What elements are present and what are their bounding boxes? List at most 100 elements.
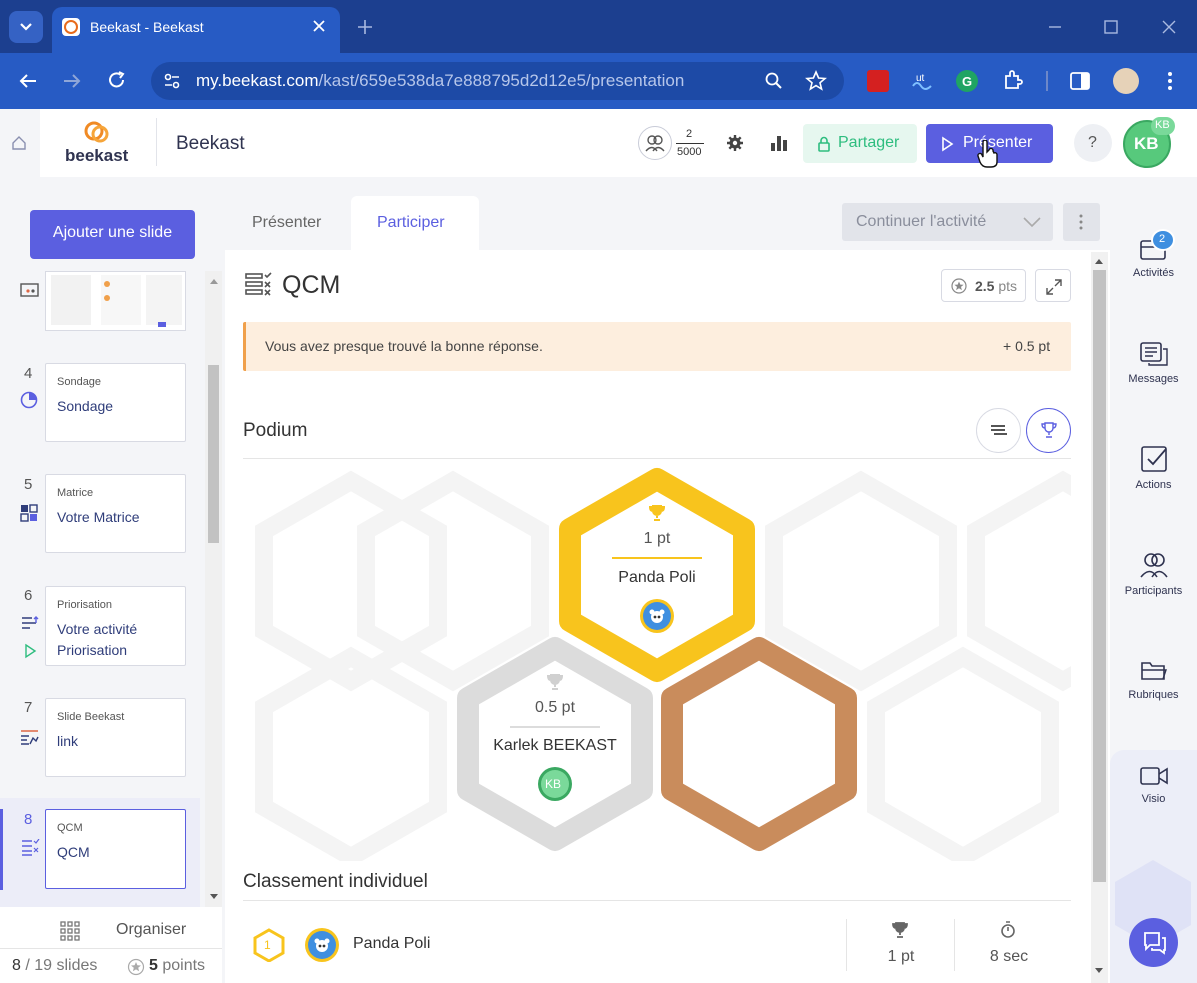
grammarly-extension-icon[interactable]: G <box>956 70 978 92</box>
close-window-icon[interactable] <box>1160 18 1178 36</box>
settings-gear-icon[interactable] <box>726 134 744 152</box>
messages-icon <box>1139 342 1168 366</box>
slides-scrollbar[interactable] <box>205 271 222 907</box>
podium-view-button[interactable] <box>1026 408 1071 453</box>
footer-divider <box>0 948 222 949</box>
zoom-icon[interactable] <box>764 71 784 91</box>
grid-icon <box>60 921 80 941</box>
minimize-icon[interactable] <box>1046 18 1064 36</box>
participants-label: Participants <box>1124 585 1183 597</box>
scroll-down-icon[interactable] <box>209 893 219 901</box>
alert-text: Vous avez presque trouvé la bonne répons… <box>265 338 543 354</box>
second-place-name: Karlek BEEKAST <box>493 737 617 754</box>
hand-cursor-icon <box>977 140 998 168</box>
slide-type: Slide Beekast <box>57 711 125 723</box>
participant-name: Panda Poli <box>353 935 431 952</box>
url-path: /kast/659e538da7e888795d2d12e5/presentat… <box>318 71 685 90</box>
second-avatar-initials: KB <box>545 777 562 791</box>
pdf-extension-icon[interactable] <box>867 70 889 92</box>
podium-divider <box>243 458 1071 459</box>
scroll-up-icon[interactable] <box>209 277 219 285</box>
profile-avatar[interactable] <box>1113 68 1139 94</box>
home-icon[interactable] <box>11 135 27 151</box>
tab-presenter[interactable]: Présenter <box>229 196 347 250</box>
folder-icon <box>1140 662 1167 680</box>
forward-arrow-icon[interactable] <box>61 70 83 92</box>
maximize-icon[interactable] <box>1102 18 1120 36</box>
scroll-down-icon[interactable] <box>1094 967 1104 975</box>
ranking-title: Classement individuel <box>243 871 428 892</box>
chat-support-button[interactable] <box>1129 918 1178 967</box>
side-panel-icon[interactable] <box>1069 70 1091 92</box>
rubriques-button[interactable]: Rubriques <box>1110 659 1197 701</box>
slide-card-priorisation[interactable]: Priorisation Votre activité Priorisation <box>45 586 186 666</box>
content-scrollbar[interactable] <box>1091 252 1108 983</box>
more-options-button[interactable] <box>1063 203 1100 241</box>
stopwatch-icon <box>1001 921 1015 938</box>
beekast-logo[interactable]: beekast <box>64 120 130 166</box>
fullscreen-button[interactable] <box>1035 269 1071 302</box>
new-tab-icon[interactable] <box>356 18 374 36</box>
slide-card-beekast[interactable]: Slide Beekast link <box>45 698 186 777</box>
ranking-row: 1 Panda Poli 1 pt 8 sec <box>243 907 1071 983</box>
browser-menu-icon[interactable] <box>1160 70 1180 92</box>
points-star-icon <box>127 958 145 976</box>
participants-icon <box>1139 553 1168 578</box>
statistics-bar-icon[interactable] <box>770 134 788 152</box>
podium-title: Podium <box>243 420 308 441</box>
chevron-down-icon <box>20 23 32 31</box>
first-place-name: Panda Poli <box>618 569 696 586</box>
column-divider <box>954 919 955 971</box>
selection-indicator <box>0 809 3 890</box>
scroll-thumb[interactable] <box>1093 270 1106 882</box>
back-arrow-icon[interactable] <box>17 70 39 92</box>
reload-icon[interactable] <box>106 69 128 91</box>
qcm-list-icon <box>22 839 40 856</box>
visio-label: Visio <box>1141 793 1166 805</box>
continue-activity-select[interactable]: Continuer l'activité <box>842 203 1053 241</box>
slides-list[interactable]: 4 Sondage Sondage 5 Matrice Votre Matric… <box>0 271 200 907</box>
bookmark-star-icon[interactable] <box>805 70 827 92</box>
list-view-button[interactable] <box>976 408 1021 453</box>
participant-points: 1 pt <box>887 948 915 965</box>
slide-number: 8 <box>24 811 33 828</box>
scroll-up-icon[interactable] <box>1094 257 1104 265</box>
share-button[interactable]: Partager <box>803 124 917 163</box>
url-field[interactable]: my.beekast.com/kast/659e538da7e888795d2d… <box>151 62 844 100</box>
actions-button[interactable]: Actions <box>1110 445 1197 491</box>
tab-search-button[interactable] <box>9 11 43 43</box>
messages-label: Messages <box>1128 373 1179 385</box>
slide-card-sondage[interactable]: Sondage Sondage <box>45 363 186 442</box>
participants-button[interactable]: Participants <box>1110 551 1197 597</box>
actions-label: Actions <box>1135 479 1172 491</box>
rank-number: 1 <box>264 938 271 952</box>
scroll-thumb[interactable] <box>208 365 219 543</box>
organize-button[interactable]: Organiser <box>60 918 186 944</box>
participants-counter-button[interactable] <box>638 126 672 160</box>
extensions-puzzle-icon[interactable] <box>1002 69 1024 91</box>
tab-participer[interactable]: Participer <box>351 196 479 250</box>
play-circle-icon[interactable] <box>22 643 38 659</box>
add-slide-button[interactable]: Ajouter une slide <box>30 210 195 259</box>
avatar-initials: KB <box>1134 134 1159 153</box>
help-label: ? <box>1088 134 1097 151</box>
second-divider <box>510 726 600 728</box>
site-info-icon[interactable] <box>163 72 181 90</box>
participant-avatar <box>305 928 339 962</box>
play-icon <box>942 136 954 152</box>
participants-icon <box>645 135 665 152</box>
help-button[interactable]: ? <box>1074 124 1112 162</box>
slide-card-qcm[interactable]: QCM QCM <box>45 809 186 889</box>
trophy-icon <box>649 505 665 521</box>
slide-thumbnail[interactable] <box>45 271 186 331</box>
rubriques-label: Rubriques <box>1128 689 1179 701</box>
close-tab-icon[interactable] <box>312 19 326 33</box>
presentation-title[interactable]: Beekast <box>176 133 245 155</box>
slide-title: link <box>57 733 79 749</box>
translator-extension-icon[interactable]: ut <box>911 70 933 92</box>
visio-button[interactable]: Visio <box>1110 765 1197 805</box>
messages-button[interactable]: Messages <box>1110 341 1197 385</box>
browser-tab[interactable]: Beekast - Beekast <box>52 7 340 53</box>
participant-time: 8 sec <box>989 948 1029 965</box>
slide-card-matrice[interactable]: Matrice Votre Matrice <box>45 474 186 553</box>
